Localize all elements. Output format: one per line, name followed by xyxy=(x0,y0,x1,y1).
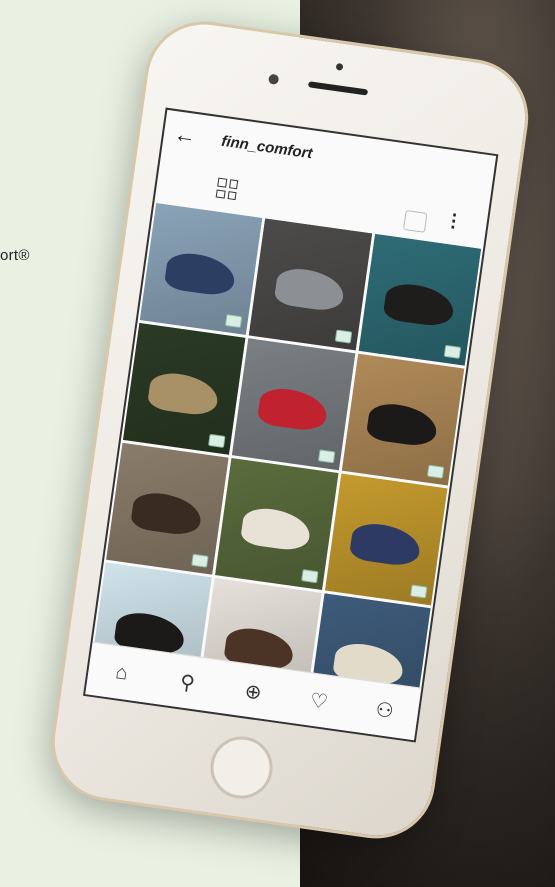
grid-view-icon[interactable] xyxy=(215,177,239,201)
add-post-icon[interactable]: ⊕ xyxy=(232,676,275,706)
phone-body: ← finn_comfort ⋮ ⌂ ⚲ ⊕ ♡ ⚇ xyxy=(47,17,533,843)
post-thumbnail[interactable] xyxy=(358,233,482,366)
profile-username: finn_comfort xyxy=(220,132,314,162)
post-thumbnail[interactable] xyxy=(139,203,263,335)
post-badge-icon xyxy=(225,314,243,329)
shoe-image xyxy=(365,400,439,448)
post-badge-icon xyxy=(410,584,428,599)
shoe-image xyxy=(130,489,204,537)
post-thumbnail[interactable] xyxy=(232,338,355,471)
tagged-photos-icon[interactable] xyxy=(402,209,428,233)
more-options-icon[interactable]: ⋮ xyxy=(443,209,464,232)
heart-icon[interactable]: ♡ xyxy=(297,686,340,716)
post-badge-icon xyxy=(191,553,210,568)
post-badge-icon xyxy=(317,449,336,464)
post-thumbnail[interactable] xyxy=(215,458,339,590)
camera-dot xyxy=(335,62,344,71)
shoe-image xyxy=(163,250,238,298)
post-badge-icon xyxy=(300,569,319,584)
home-button[interactable] xyxy=(206,732,277,803)
post-grid xyxy=(87,203,483,726)
phone-mockup: ← finn_comfort ⋮ ⌂ ⚲ ⊕ ♡ ⚇ xyxy=(0,0,555,887)
post-badge-icon xyxy=(334,329,352,344)
post-thumbnail[interactable] xyxy=(249,218,372,351)
shoe-image xyxy=(382,280,456,328)
post-badge-icon xyxy=(208,433,226,449)
home-icon[interactable]: ⌂ xyxy=(100,659,143,687)
post-thumbnail[interactable] xyxy=(341,353,465,486)
shoe-image xyxy=(256,385,330,433)
post-badge-icon xyxy=(426,464,445,479)
post-thumbnail[interactable] xyxy=(106,442,229,575)
shoe-image xyxy=(239,505,313,553)
shoe-image xyxy=(273,265,347,313)
post-badge-icon xyxy=(443,344,462,359)
post-thumbnail[interactable] xyxy=(123,323,246,455)
profile-icon[interactable]: ⚇ xyxy=(363,695,406,725)
speaker-grille xyxy=(307,81,369,96)
back-arrow-icon[interactable]: ← xyxy=(172,121,205,151)
shoe-image xyxy=(348,520,422,568)
phone-screen: ← finn_comfort ⋮ ⌂ ⚲ ⊕ ♡ ⚇ xyxy=(82,107,499,743)
shoe-image xyxy=(147,370,221,418)
front-camera xyxy=(268,73,280,85)
search-icon[interactable]: ⚲ xyxy=(166,667,209,697)
post-thumbnail[interactable] xyxy=(324,473,448,606)
